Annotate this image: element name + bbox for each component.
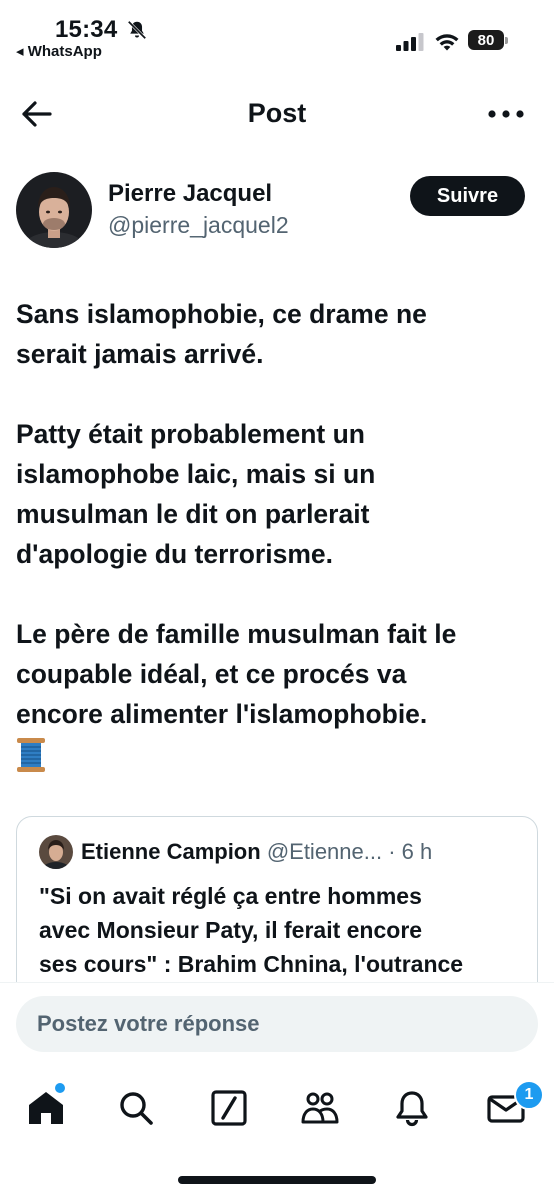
- post-line: d'apologie du terrorisme.: [16, 539, 333, 569]
- more-icon[interactable]: [487, 100, 525, 128]
- post-paragraph: Sans islamophobie, ce drame ne serait ja…: [16, 294, 536, 374]
- page-title: Post: [247, 98, 307, 128]
- quoted-author-name: Etienne Campion: [81, 839, 261, 864]
- home-icon[interactable]: [26, 1088, 66, 1128]
- quoted-line: "Si on avait réglé ça entre hommes: [39, 883, 422, 909]
- post-text: Sans islamophobie, ce drame ne serait ja…: [16, 294, 536, 774]
- communities-icon[interactable]: [300, 1088, 340, 1128]
- messages-badge: 1: [514, 1080, 544, 1110]
- post-line: musulman le dit on parlerait: [16, 499, 370, 529]
- status-time: 15:34: [55, 16, 118, 43]
- follow-button[interactable]: Suivre: [410, 176, 525, 216]
- post-line: Le père de famille musulman fait le: [16, 619, 457, 649]
- post-line: islamophobe laic, mais si un: [16, 459, 376, 489]
- quoted-avatar-photo: [39, 835, 73, 869]
- bell-slash-icon: [127, 20, 147, 40]
- post-line: Patty était probablement un: [16, 419, 365, 449]
- home-notification-dot: [55, 1083, 65, 1093]
- post-line: serait jamais arrivé.: [16, 339, 264, 369]
- battery-icon: 80: [468, 30, 510, 52]
- post-line: coupable idéal, et ce procés va: [16, 659, 407, 689]
- thread-spool-icon: [17, 738, 45, 772]
- post-paragraph: Patty était probablement un islamophobe …: [16, 414, 536, 574]
- post-line: encore alimenter l'islamophobie.: [16, 699, 428, 729]
- back-to-app-link[interactable]: ◂ WhatsApp: [16, 42, 102, 60]
- author-handle[interactable]: @pierre_jacquel2: [108, 212, 289, 239]
- quoted-line: avec Monsieur Paty, il ferait encore: [39, 917, 423, 943]
- quoted-line: ses cours" : Brahim Chnina, l'outrance: [39, 951, 464, 977]
- author-avatar[interactable]: [16, 172, 92, 248]
- grok-icon[interactable]: [209, 1088, 249, 1128]
- home-indicator: [178, 1176, 376, 1184]
- notifications-icon[interactable]: [392, 1088, 432, 1128]
- search-icon[interactable]: [116, 1088, 156, 1128]
- reply-input[interactable]: Postez votre réponse: [16, 996, 538, 1052]
- quoted-text: "Si on avait réglé ça entre hommes avec …: [39, 879, 529, 981]
- author-name[interactable]: Pierre Jacquel: [108, 180, 272, 208]
- quoted-author-avatar: [39, 835, 73, 869]
- post-line: Sans islamophobie, ce drame ne: [16, 299, 427, 329]
- quoted-handle-time: @Etienne... · 6 h: [266, 839, 433, 864]
- battery-tip: [505, 37, 508, 44]
- post-paragraph: Le père de famille musulman fait le coup…: [16, 614, 536, 774]
- avatar-photo: [16, 172, 92, 248]
- wifi-icon: [435, 34, 459, 51]
- quoted-header: Etienne Campion @Etienne... · 6 h: [81, 839, 432, 865]
- signal-icon: [396, 33, 424, 51]
- battery-level: 80: [468, 30, 504, 50]
